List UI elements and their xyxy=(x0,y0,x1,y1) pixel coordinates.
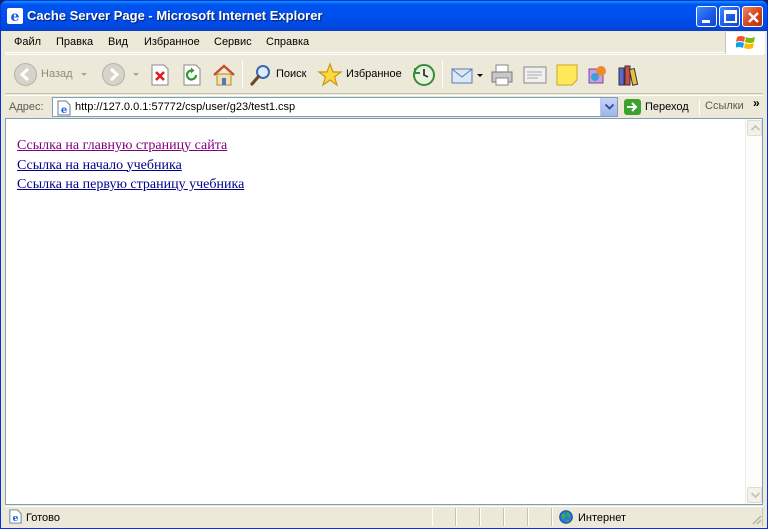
svg-text:e: e xyxy=(13,513,19,524)
ie-logo-icon: e xyxy=(7,8,23,24)
history-icon xyxy=(413,64,435,86)
chevron-down-icon xyxy=(751,492,760,498)
menu-file[interactable]: Файл xyxy=(14,36,41,48)
back-button[interactable]: Назад xyxy=(11,61,77,89)
favorites-star-icon xyxy=(317,62,343,87)
status-text: Готово xyxy=(26,512,60,524)
page-icon: e xyxy=(57,100,71,116)
menu-tools[interactable]: Сервис xyxy=(214,36,252,48)
standard-toolbar: Назад Поиск Избранное xyxy=(5,54,763,94)
chevron-down-icon xyxy=(605,104,614,110)
back-dropdown-icon xyxy=(81,73,87,76)
maximize-button[interactable] xyxy=(719,6,740,27)
menu-bar: Файл Правка Вид Избранное Сервис Справка xyxy=(5,31,763,53)
windows-logo xyxy=(725,32,765,54)
go-button[interactable]: Переход xyxy=(622,97,696,117)
research-books-icon xyxy=(618,65,639,86)
print-icon xyxy=(491,64,513,86)
maximize-icon xyxy=(724,10,737,23)
scroll-up-button[interactable] xyxy=(747,120,762,136)
status-bar: e Готово Интернет xyxy=(5,506,763,526)
back-arrow-icon xyxy=(14,63,37,86)
links-label[interactable]: Ссылки xyxy=(705,100,744,112)
messenger-icon xyxy=(588,66,606,84)
menu-view[interactable]: Вид xyxy=(108,36,128,48)
favorites-label: Избранное xyxy=(346,68,402,80)
home-icon xyxy=(213,64,235,86)
links-chevron-icon[interactable]: » xyxy=(753,96,760,110)
browser-window: e Cache Server Page - Microsoft Internet… xyxy=(0,0,768,529)
mail-dropdown-icon xyxy=(477,74,483,77)
search-icon xyxy=(250,65,270,86)
address-input[interactable] xyxy=(75,100,595,114)
address-bar: Адрес: e Переход Ссылки » xyxy=(5,95,763,117)
minimize-icon xyxy=(702,20,710,23)
svg-text:e: e xyxy=(61,105,67,116)
note-icon xyxy=(556,64,578,86)
page-body: Ссылка на главную страницу сайта Ссылка … xyxy=(17,136,244,195)
home-button[interactable] xyxy=(211,61,237,89)
mail-icon xyxy=(451,68,473,84)
print-button[interactable] xyxy=(489,61,515,89)
resize-grip-icon[interactable] xyxy=(750,513,762,525)
menu-help[interactable]: Справка xyxy=(266,36,309,48)
forward-arrow-icon xyxy=(102,63,125,86)
page-status-icon: e xyxy=(9,509,22,524)
page-content: Ссылка на главную страницу сайта Ссылка … xyxy=(5,118,763,505)
messenger-button[interactable] xyxy=(585,61,611,89)
menu-edit[interactable]: Правка xyxy=(56,36,93,48)
research-button[interactable] xyxy=(616,61,642,89)
globe-icon xyxy=(559,510,573,524)
window-title: Cache Server Page - Microsoft Internet E… xyxy=(27,8,323,23)
scroll-down-button[interactable] xyxy=(747,487,762,503)
mail-button[interactable] xyxy=(449,61,483,89)
forward-button[interactable] xyxy=(100,61,128,89)
discuss-button[interactable] xyxy=(554,61,580,89)
search-label: Поиск xyxy=(276,68,307,80)
security-zone: Интернет xyxy=(552,508,763,526)
address-label: Адрес: xyxy=(9,101,44,113)
menu-favorites[interactable]: Избранное xyxy=(144,36,200,48)
link-tutorial-start[interactable]: Ссылка на начало учебника xyxy=(17,156,244,176)
address-field[interactable]: e xyxy=(52,97,618,117)
close-icon xyxy=(748,12,759,23)
go-arrow-icon xyxy=(624,99,641,115)
edit-page-icon xyxy=(523,66,547,84)
stop-icon xyxy=(151,64,169,86)
stop-button[interactable] xyxy=(148,61,172,89)
title-bar[interactable]: e Cache Server Page - Microsoft Internet… xyxy=(1,1,767,31)
zone-text: Интернет xyxy=(578,512,626,524)
link-tutorial-first-page[interactable]: Ссылка на первую страницу учебника xyxy=(17,175,244,195)
vertical-scrollbar[interactable] xyxy=(745,119,762,504)
windows-flag-icon xyxy=(736,36,755,49)
link-site-home[interactable]: Ссылка на главную страницу сайта xyxy=(17,136,244,156)
chevron-up-icon xyxy=(751,125,760,131)
history-button[interactable] xyxy=(411,61,437,89)
edit-button[interactable] xyxy=(521,61,549,89)
search-button[interactable]: Поиск xyxy=(248,61,308,89)
address-dropdown-button[interactable] xyxy=(600,98,617,116)
svg-text:e: e xyxy=(11,9,20,24)
favorites-button[interactable]: Избранное xyxy=(316,61,404,89)
close-button[interactable] xyxy=(742,6,763,27)
minimize-button[interactable] xyxy=(696,6,717,27)
refresh-button[interactable] xyxy=(180,61,204,89)
refresh-icon xyxy=(183,64,201,86)
back-label: Назад xyxy=(41,68,73,80)
go-label: Переход xyxy=(645,101,689,113)
forward-dropdown-icon xyxy=(133,73,139,76)
